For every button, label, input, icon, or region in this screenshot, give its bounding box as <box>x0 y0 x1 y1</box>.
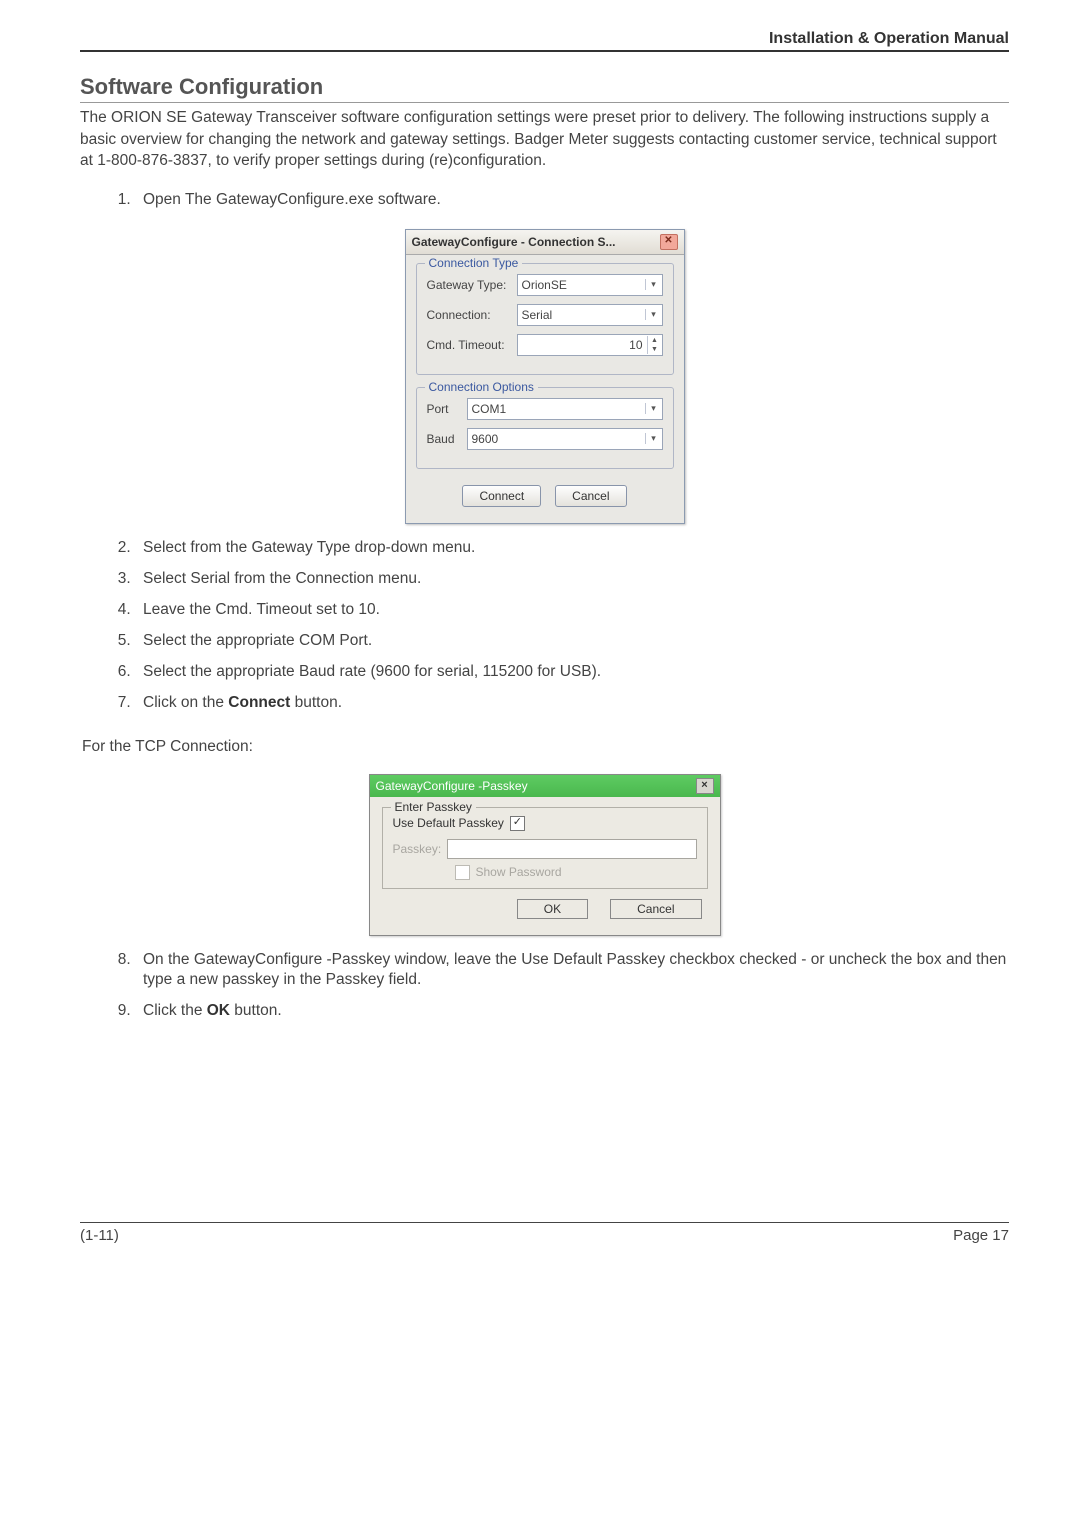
connect-button[interactable]: Connect <box>462 485 541 507</box>
connection-type-legend: Connection Type <box>425 256 523 270</box>
spin-up-icon[interactable]: ▲ <box>648 336 662 345</box>
footer-left: (1-11) <box>80 1227 119 1244</box>
use-default-passkey-label: Use Default Passkey <box>393 816 504 830</box>
baud-combo[interactable]: 9600 ▾ <box>467 428 663 450</box>
enter-passkey-legend: Enter Passkey <box>391 800 476 814</box>
cmd-timeout-value: 10 <box>629 338 646 352</box>
passkey-titlebar: GatewayConfigure -Passkey × <box>370 775 720 797</box>
passkey-input[interactable] <box>447 839 696 859</box>
use-default-passkey-checkbox[interactable]: ✓ <box>510 816 525 831</box>
passkey-dialog: GatewayConfigure -Passkey × Enter Passke… <box>369 774 721 936</box>
chevron-down-icon: ▾ <box>645 279 662 290</box>
port-value: COM1 <box>472 402 645 416</box>
cancel-button[interactable]: Cancel <box>610 899 701 919</box>
section-intro: The ORION SE Gateway Transceiver softwar… <box>80 107 1009 172</box>
port-label: Port <box>427 402 467 416</box>
cancel-button[interactable]: Cancel <box>555 485 626 507</box>
step-4: Leave the Cmd. Timeout set to 10. <box>135 600 1009 621</box>
step-2: Select from the Gateway Type drop-down m… <box>135 538 1009 559</box>
baud-value: 9600 <box>472 432 645 446</box>
manual-title: Installation & Operation Manual <box>80 30 1009 52</box>
step-3: Select Serial from the Connection menu. <box>135 569 1009 590</box>
step-9: Click the OK button. <box>135 1001 1009 1022</box>
passkey-label: Passkey: <box>393 842 442 856</box>
footer-right: Page 17 <box>953 1227 1009 1244</box>
connection-value: Serial <box>522 308 645 322</box>
chevron-down-icon: ▾ <box>645 309 662 320</box>
step-7: Click on the Connect button. <box>135 693 1009 714</box>
connection-options-legend: Connection Options <box>425 380 538 394</box>
step-8: On the GatewayConfigure -Passkey window,… <box>135 950 1009 992</box>
chevron-down-icon: ▾ <box>645 433 662 444</box>
step-6: Select the appropriate Baud rate (9600 f… <box>135 662 1009 683</box>
show-password-label: Show Password <box>476 865 562 879</box>
passkey-dialog-title: GatewayConfigure -Passkey <box>376 779 528 793</box>
show-password-checkbox[interactable] <box>455 865 470 880</box>
baud-label: Baud <box>427 432 467 446</box>
connection-dialog: GatewayConfigure - Connection S... ✕ Con… <box>405 229 685 524</box>
port-combo[interactable]: COM1 ▾ <box>467 398 663 420</box>
gateway-type-value: OrionSE <box>522 278 645 292</box>
dialog-titlebar: GatewayConfigure - Connection S... ✕ <box>406 230 684 255</box>
gateway-type-label: Gateway Type: <box>427 278 517 292</box>
section-title: Software Configuration <box>80 74 1009 103</box>
chevron-down-icon: ▾ <box>645 403 662 414</box>
ok-button[interactable]: OK <box>517 899 588 919</box>
step-1: Open The GatewayConfigure.exe software. <box>135 190 1009 211</box>
connection-label: Connection: <box>427 308 517 322</box>
tcp-subhead: For the TCP Connection: <box>82 738 1009 756</box>
dialog-title: GatewayConfigure - Connection S... <box>412 235 616 249</box>
close-icon[interactable]: × <box>696 778 714 794</box>
close-icon[interactable]: ✕ <box>660 234 678 250</box>
connection-combo[interactable]: Serial ▾ <box>517 304 663 326</box>
spin-down-icon[interactable]: ▼ <box>648 345 662 354</box>
cmd-timeout-spinner[interactable]: 10 ▲▼ <box>517 334 663 356</box>
gateway-type-combo[interactable]: OrionSE ▾ <box>517 274 663 296</box>
step-5: Select the appropriate COM Port. <box>135 631 1009 652</box>
cmd-timeout-label: Cmd. Timeout: <box>427 338 517 352</box>
